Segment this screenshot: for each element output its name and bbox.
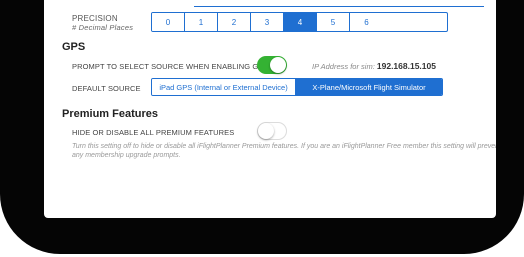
gps-prompt-toggle[interactable]: [257, 56, 287, 74]
toggle-knob: [258, 123, 274, 139]
hide-premium-toggle[interactable]: [257, 122, 287, 140]
ip-address-label: IP Address for sim:: [312, 62, 375, 71]
source-option-xplane[interactable]: X-Plane/Microsoft Flight Simulator: [296, 79, 442, 95]
precision-option-6[interactable]: 6: [350, 13, 383, 31]
precision-option-0[interactable]: 0: [152, 13, 185, 31]
toggle-knob: [270, 57, 286, 73]
top-divider: [194, 6, 484, 7]
precision-label: PRECISION: [72, 14, 118, 23]
precision-option-5[interactable]: 5: [317, 13, 350, 31]
default-source-label: DEFAULT SOURCE: [72, 84, 141, 93]
precision-label-group: PRECISION # Decimal Places: [72, 14, 133, 32]
settings-screen: PRECISION # Decimal Places 0 1 2 3 4 5 6…: [44, 0, 496, 218]
precision-sublabel: # Decimal Places: [72, 23, 134, 32]
stage: PRECISION # Decimal Places 0 1 2 3 4 5 6…: [0, 0, 524, 257]
source-option-ipad-gps[interactable]: iPad GPS (Internal or External Device): [152, 79, 297, 95]
ip-address-value: 192.168.15.105: [376, 61, 436, 71]
precision-option-3[interactable]: 3: [251, 13, 284, 31]
default-source-segmented-control: iPad GPS (Internal or External Device) X…: [151, 78, 443, 96]
precision-option-4[interactable]: 4: [284, 13, 317, 31]
precision-option-2[interactable]: 2: [218, 13, 251, 31]
precision-segmented-control: 0 1 2 3 4 5 6: [151, 12, 448, 32]
premium-help-text: Turn this setting off to hide or disable…: [72, 143, 496, 159]
precision-option-1[interactable]: 1: [185, 13, 218, 31]
hide-premium-label: HIDE OR DISABLE ALL PREMIUM FEATURES: [72, 128, 235, 137]
gps-prompt-label: PROMPT TO SELECT SOURCE WHEN ENABLING GP…: [72, 62, 269, 71]
premium-section-title: Premium Features: [62, 108, 158, 120]
ip-address-info: IP Address for sim: 192.168.15.105: [312, 61, 436, 71]
gps-section-title: GPS: [62, 41, 86, 53]
